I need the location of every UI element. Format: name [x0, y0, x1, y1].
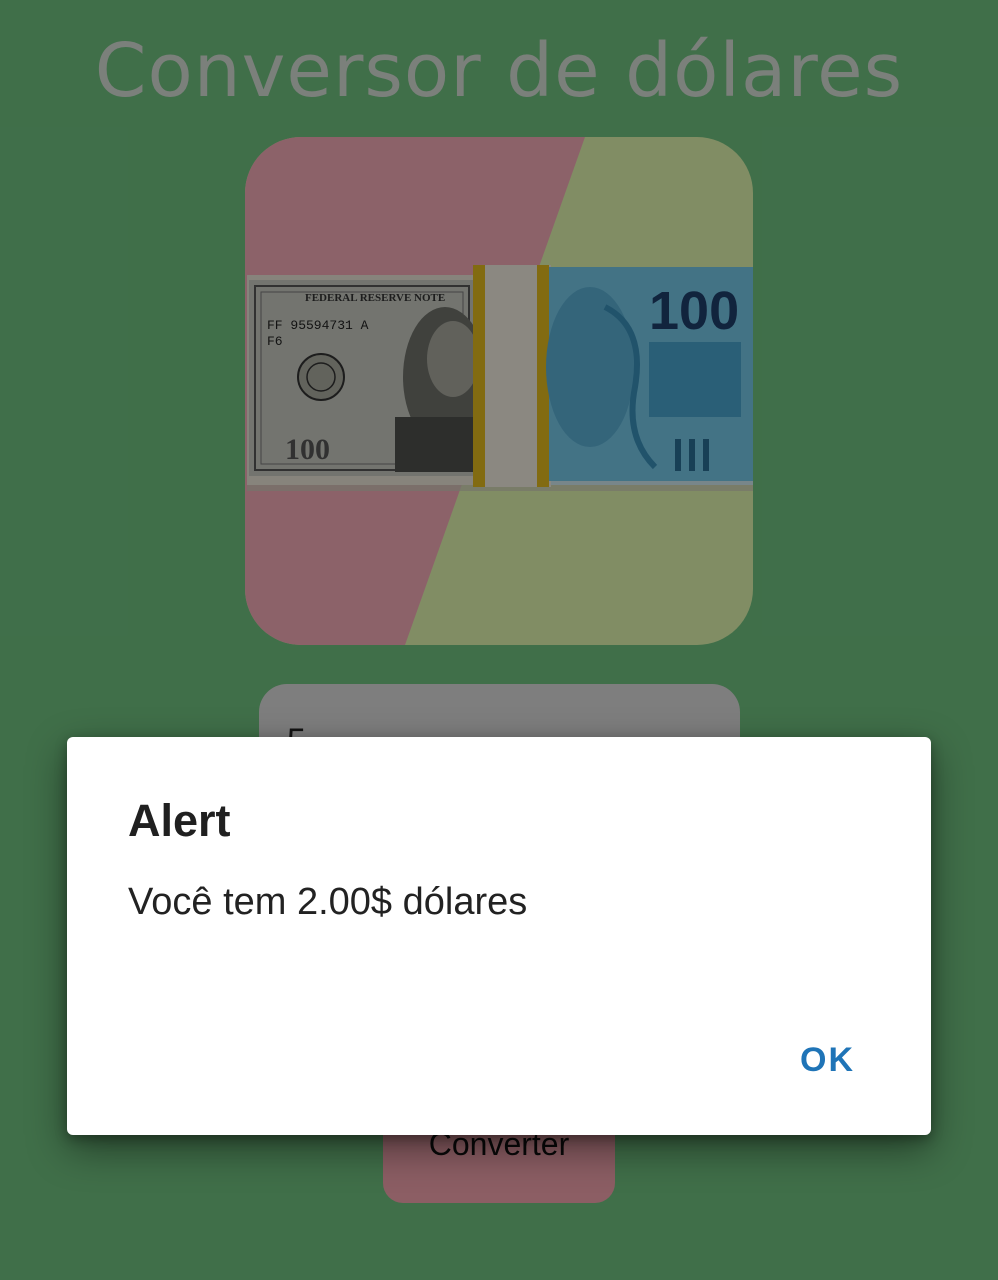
alert-message: Você tem 2.00$ dólares [128, 881, 528, 923]
alert-dialog: Alert Você tem 2.00$ dólares OK [67, 737, 931, 1135]
alert-title: Alert [128, 795, 231, 846]
app-screen: Conversor de dólares FEDERAL RESERVE NOT… [0, 0, 998, 1280]
ok-button[interactable]: OK [790, 1035, 865, 1086]
